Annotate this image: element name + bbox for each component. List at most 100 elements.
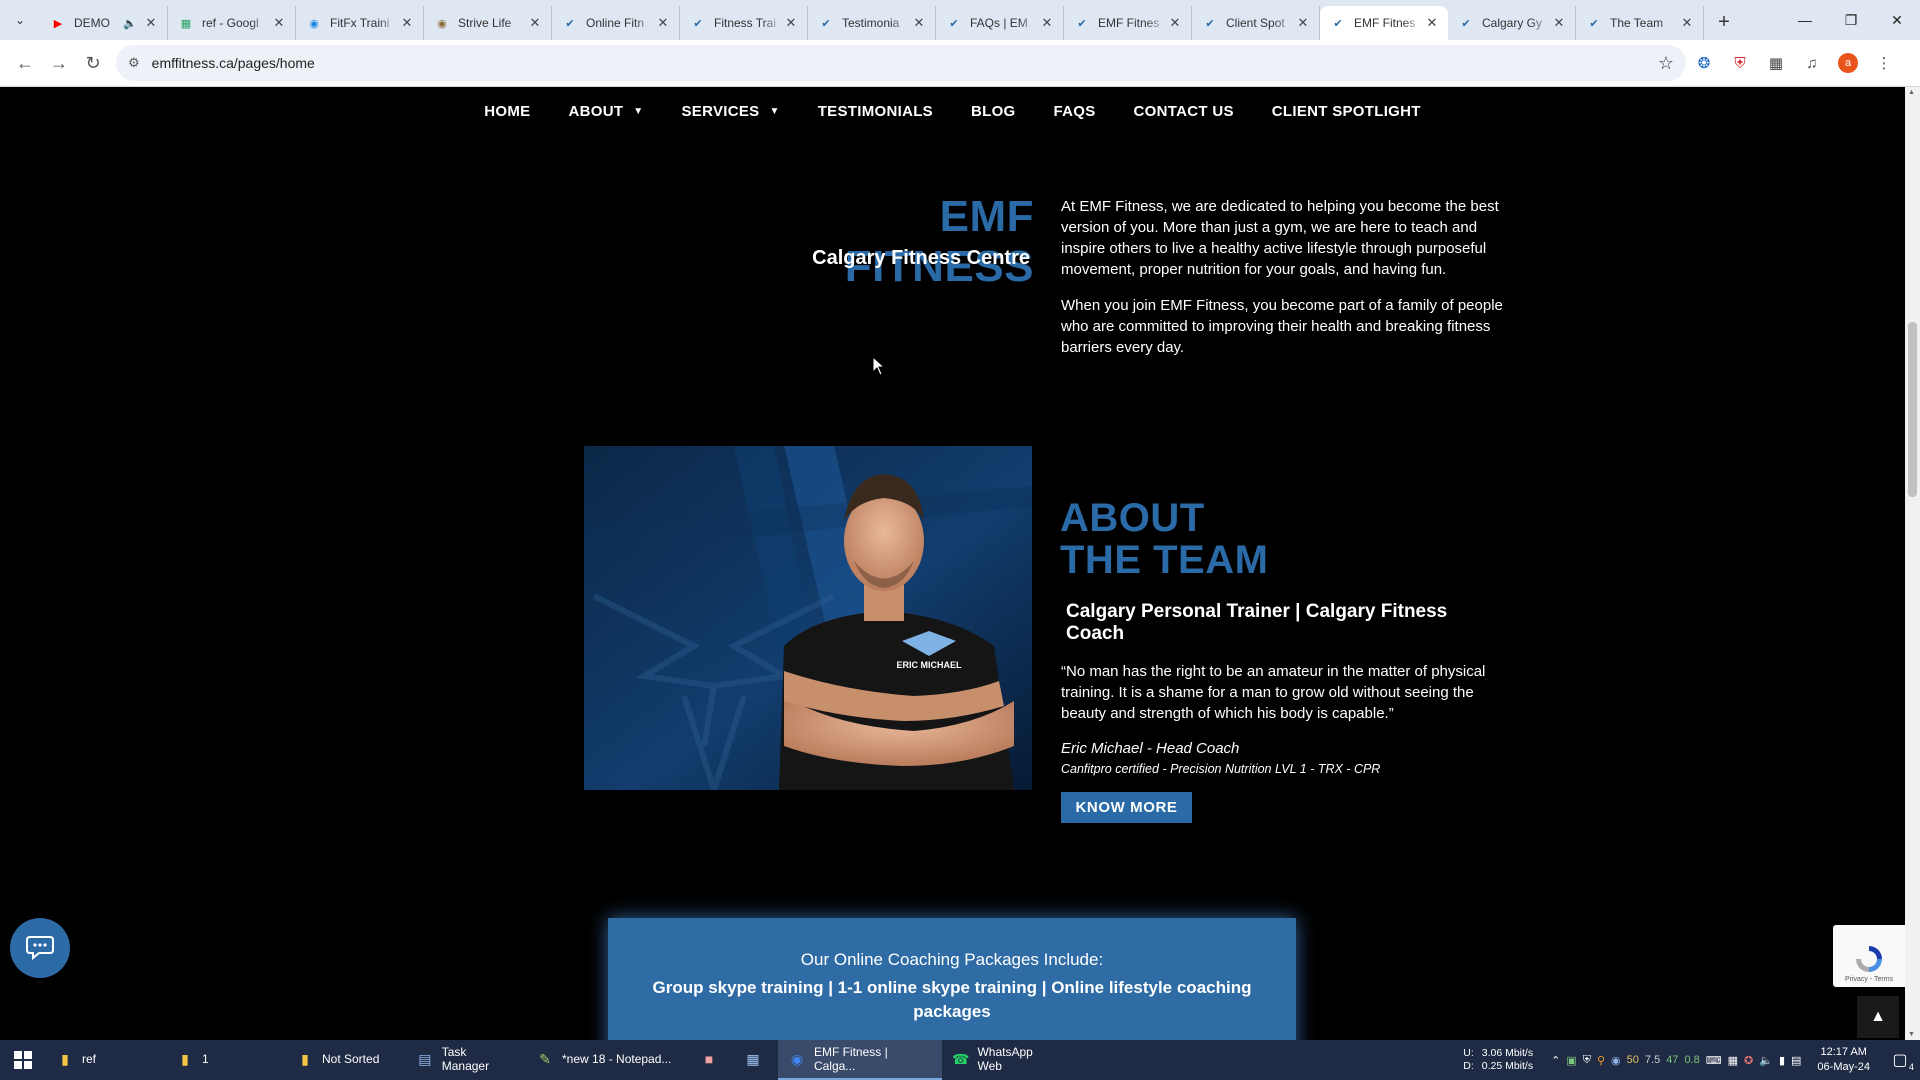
nav-item-blog[interactable]: BLOG	[952, 103, 1035, 120]
packages-label: Our Online Coaching Packages Include:	[800, 950, 1104, 969]
browser-tab[interactable]: ✔ FAQs | EM ✕	[936, 6, 1064, 40]
extension-shield-icon[interactable]: ⛨	[1722, 46, 1758, 80]
nav-item-faqs[interactable]: FAQS	[1035, 103, 1115, 120]
close-tab-icon[interactable]: ✕	[655, 15, 671, 31]
browser-tab[interactable]: ✔ Fitness Trai ✕	[680, 6, 808, 40]
volume-icon[interactable]: 🔈	[1759, 1054, 1773, 1067]
forward-button[interactable]: →	[42, 46, 76, 80]
address-bar[interactable]: ⚙ emffitness.ca/pages/home ☆	[116, 45, 1686, 81]
notification-center-button[interactable]: ▢ 4	[1886, 1046, 1914, 1074]
browser-tab[interactable]: ✔ EMF Fitnes ✕	[1064, 6, 1192, 40]
close-window-button[interactable]: ✕	[1874, 0, 1920, 40]
browser-tab[interactable]: ✔ Online Fitn ✕	[552, 6, 680, 40]
scroll-down-icon[interactable]: ▼	[1908, 1031, 1915, 1038]
taskbar-item[interactable]: ▮ 1	[166, 1040, 286, 1080]
battery-icon[interactable]: ▮	[1779, 1054, 1785, 1067]
taskbar-item-label: Task Manager	[441, 1045, 490, 1073]
nav-item-services[interactable]: SERVICES ▼	[663, 103, 799, 120]
scrollbar-thumb[interactable]	[1908, 322, 1917, 497]
browser-tab[interactable]: ◉ FitFx Traini ✕	[296, 6, 424, 40]
chat-widget-button[interactable]	[10, 918, 70, 978]
back-button[interactable]: ←	[8, 46, 42, 80]
close-tab-icon[interactable]: ✕	[1167, 15, 1183, 31]
tab-title: Testimonia	[842, 16, 900, 30]
know-more-button[interactable]: KNOW MORE	[1061, 792, 1192, 823]
taskbar-item[interactable]: ◉ EMF Fitness | Calga...	[778, 1040, 942, 1080]
extensions-puzzle-icon[interactable]: ▦	[1758, 46, 1794, 80]
nav-item-about[interactable]: ABOUT ▼	[549, 103, 662, 120]
browser-menu-icon[interactable]: ⋮	[1866, 46, 1902, 80]
browser-tab[interactable]: ✔ Client Spot ✕	[1192, 6, 1320, 40]
system-clock[interactable]: 12:17 AM 06-May-24	[1817, 1045, 1870, 1075]
taskbar-item[interactable]: ■	[690, 1040, 734, 1080]
close-tab-icon[interactable]: ✕	[143, 15, 159, 31]
close-tab-icon[interactable]: ✕	[1295, 15, 1311, 31]
close-tab-icon[interactable]: ✕	[783, 15, 799, 31]
tray-overflow-icon[interactable]: ⌃	[1551, 1054, 1560, 1067]
browser-toolbar: ← → ↻ ⚙ emffitness.ca/pages/home ☆ ❂ ⛨ ▦…	[0, 40, 1920, 87]
chat-bubble-icon	[26, 936, 54, 961]
taskbar-item[interactable]: ▦	[734, 1040, 778, 1080]
nav-item-label: BLOG	[970, 102, 1016, 120]
speaker-icon[interactable]: 🔈	[123, 17, 137, 30]
taskbar-item[interactable]: ▮ Not Sorted	[286, 1040, 406, 1080]
nav-item-client-spotlight[interactable]: CLIENT SPOTLIGHT	[1253, 103, 1440, 120]
taskbar-item[interactable]: ▤ Task Manager	[406, 1040, 526, 1080]
chrome-icon: ◉	[790, 1050, 804, 1067]
close-tab-icon[interactable]: ✕	[1424, 15, 1440, 31]
tray-shield-icon[interactable]: ⛨	[1583, 1054, 1591, 1067]
head-coach-photo: ERIC MICHAEL	[584, 446, 1032, 790]
sheets-icon: ▦	[180, 17, 192, 30]
close-tab-icon[interactable]: ✕	[1551, 15, 1567, 31]
arrow-left-icon: ←	[16, 52, 34, 73]
tray-calendar-icon[interactable]: ▦	[1728, 1054, 1738, 1067]
restore-button[interactable]: ❐	[1828, 0, 1874, 40]
tab-title: Client Spot	[1226, 16, 1285, 30]
browser-tab[interactable]: ✔ Calgary Gy ✕	[1448, 6, 1576, 40]
browser-tab[interactable]: ◉ Strive Life ✕	[424, 6, 552, 40]
tray-search-icon[interactable]: ⚲	[1597, 1054, 1605, 1067]
tray-keyboard-icon[interactable]: ⌨	[1706, 1054, 1722, 1067]
browser-tab[interactable]: ▶ DEMO 🔈 ✕	[40, 6, 168, 40]
tray-globe-icon[interactable]: ◉	[1611, 1054, 1621, 1067]
extension-vpn-icon[interactable]: ❂	[1686, 46, 1722, 80]
scroll-up-icon[interactable]: ▲	[1908, 89, 1915, 96]
site-settings-icon[interactable]: ⚙	[128, 55, 140, 71]
taskbar-item[interactable]: ▮ ref	[46, 1040, 166, 1080]
profile-button[interactable]: a	[1830, 46, 1866, 80]
close-tab-icon[interactable]: ✕	[1039, 15, 1055, 31]
minimize-button[interactable]: —	[1782, 0, 1828, 40]
nav-item-label: TESTIMONIALS	[817, 102, 933, 120]
close-tab-icon[interactable]: ✕	[399, 15, 415, 31]
taskbar-item[interactable]: ☎ WhatsApp Web	[942, 1040, 1062, 1080]
page-scrollbar[interactable]: ▲ ▼	[1905, 87, 1920, 1040]
mouse-cursor-icon	[872, 356, 886, 376]
reload-button[interactable]: ↻	[76, 46, 110, 80]
tab-search-button[interactable]: ⌄	[0, 0, 40, 40]
bookmark-star-icon[interactable]: ☆	[1658, 53, 1674, 74]
site-icon: ◉	[437, 17, 447, 30]
network-icon[interactable]: ▤	[1791, 1054, 1801, 1067]
nav-item-home[interactable]: HOME	[465, 103, 549, 120]
nav-item-testimonials[interactable]: TESTIMONIALS	[799, 103, 952, 120]
tray-app-icon[interactable]: ▣	[1566, 1054, 1576, 1067]
taskbar-item[interactable]: ✎ *new 18 - Notepad...	[526, 1040, 690, 1080]
recaptcha-terms[interactable]: Privacy - Terms	[1845, 976, 1893, 983]
browser-tab[interactable]: ✔ EMF Fitnes ✕	[1320, 6, 1448, 40]
tray-color-icon[interactable]: ✪	[1744, 1054, 1753, 1067]
start-button[interactable]	[0, 1040, 46, 1080]
recaptcha-badge[interactable]: Privacy - Terms	[1833, 925, 1905, 987]
url-text[interactable]: emffitness.ca/pages/home	[152, 55, 1658, 71]
new-tab-button[interactable]: +	[1710, 8, 1738, 36]
browser-tab[interactable]: ▦ ref - Googl ✕	[168, 6, 296, 40]
browser-tab[interactable]: ✔ The Team ✕	[1576, 6, 1704, 40]
tab-title: Strive Life	[458, 16, 512, 30]
nav-item-contact-us[interactable]: CONTACT US	[1115, 103, 1253, 120]
media-control-icon[interactable]: ♫	[1794, 46, 1830, 80]
close-tab-icon[interactable]: ✕	[527, 15, 543, 31]
browser-tab[interactable]: ✔ Testimonia ✕	[808, 6, 936, 40]
close-tab-icon[interactable]: ✕	[271, 15, 287, 31]
back-to-top-button[interactable]: ▲	[1857, 996, 1899, 1038]
close-tab-icon[interactable]: ✕	[911, 15, 927, 31]
close-tab-icon[interactable]: ✕	[1679, 15, 1695, 31]
